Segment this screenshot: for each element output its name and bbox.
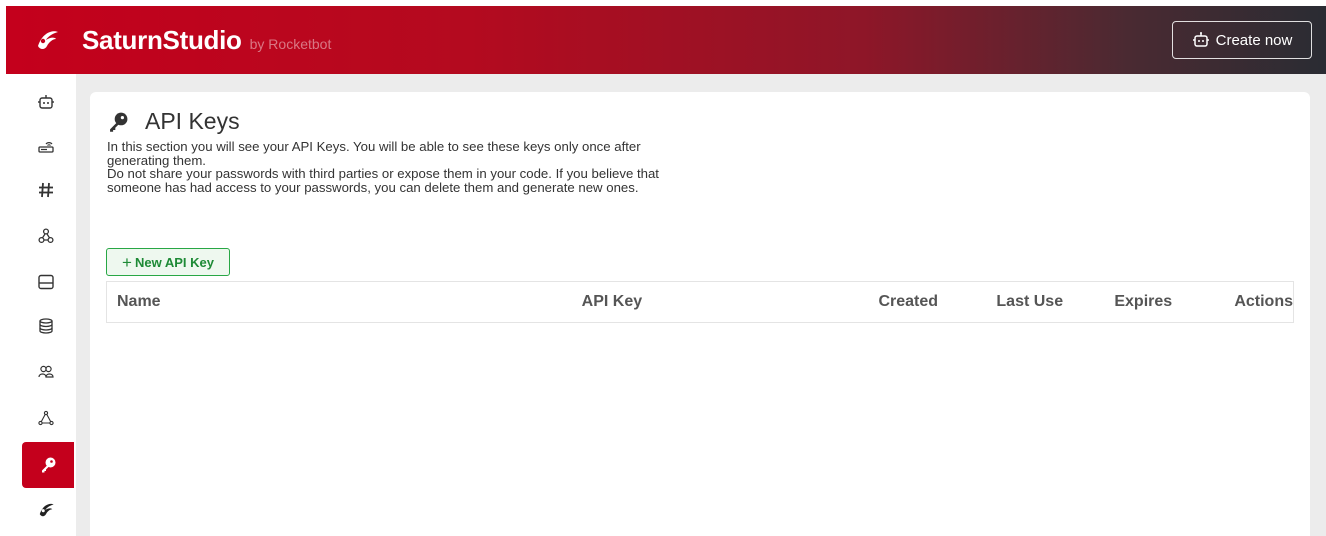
key-icon [42,457,56,473]
column-header-created[interactable]: Created [868,281,987,323]
description-paragraph: Do not share your passwords with third p… [107,166,659,195]
column-header-expires[interactable]: Expires [1104,281,1225,323]
page-header: API Keys [107,108,240,135]
column-header-actions: Actions [1224,281,1295,323]
sidebar-item-api-keys[interactable] [22,442,74,488]
router-icon [38,142,54,153]
sidebar-item-layouts[interactable] [20,260,72,304]
brand[interactable]: SaturnStudio by Rocketbot [34,25,331,56]
top-header: SaturnStudio by Rocketbot Create now [6,6,1326,74]
saturn-logo-icon [39,503,54,517]
sidebar [6,74,76,536]
sidebar-item-users[interactable] [20,350,72,394]
description-paragraph: In this section you will see your API Ke… [107,139,641,168]
sidebar-item-channels[interactable] [20,168,72,212]
hash-icon [39,182,53,198]
brand-name: SaturnStudio [82,24,242,55]
table-header-row: Name API Key Created Last Use Expires Ac… [105,281,1295,323]
webhook-icon [38,228,54,244]
sidebar-item-network[interactable] [20,396,72,440]
new-api-key-label: New API Key [134,254,214,270]
robot-icon [1192,32,1209,47]
robot-icon [38,95,54,109]
sidebar-item-databases[interactable] [20,304,72,348]
sidebar-item-webhooks[interactable] [20,214,72,258]
sidebar-item-bots[interactable] [20,80,72,124]
create-now-label: Create now [1215,31,1293,49]
column-header-name[interactable]: Name [105,281,572,323]
network-icon [38,410,54,426]
layout-icon [38,274,54,290]
sidebar-item-saturn[interactable] [20,488,72,532]
page-description: In this section you will see your API Ke… [107,140,687,194]
api-keys-table: Name API Key Created Last Use Expires Ac… [105,281,1295,323]
sidebar-item-connections[interactable] [20,124,72,168]
key-icon [110,112,128,132]
column-header-api-key[interactable]: API Key [571,281,869,323]
users-icon [38,365,54,378]
api-keys-card: API Keys In this section you will see yo… [90,92,1310,536]
page-title: API Keys [145,108,240,134]
brand-tagline: by Rocketbot [249,35,332,52]
plus-icon: + [122,252,132,272]
database-icon [39,318,53,334]
saturn-logo-icon [38,31,58,49]
create-now-button[interactable]: Create now [1172,21,1312,59]
column-header-last-use[interactable]: Last Use [986,281,1105,323]
app-window: SaturnStudio by Rocketbot Create now API… [0,0,1326,536]
new-api-key-button[interactable]: + New API Key [106,248,230,276]
